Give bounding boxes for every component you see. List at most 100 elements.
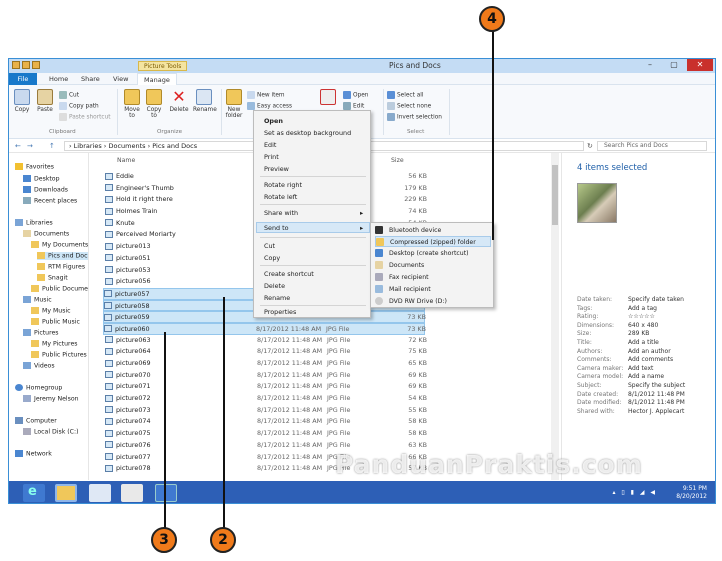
property-value[interactable]: Add an author (628, 348, 671, 355)
nav-downloads[interactable]: Downloads (23, 186, 68, 194)
tab-share[interactable]: Share (75, 73, 106, 85)
nav-my-documents[interactable]: My Documents (31, 241, 88, 249)
property-value[interactable]: Specify the subject (628, 382, 685, 389)
menu-edit[interactable]: Edit (264, 141, 276, 149)
system-tray-icons[interactable]: ▴ ▯ ▮ ◢ ◀ (613, 489, 657, 496)
nav-favorites[interactable]: Favorites (15, 163, 54, 171)
column-size-header[interactable]: Size (391, 157, 404, 164)
rename-button[interactable]: Rename (193, 89, 217, 113)
menu-share-with[interactable]: Share with (264, 209, 298, 217)
nav-local-disk[interactable]: Local Disk (C:) (23, 428, 79, 436)
property-value[interactable]: Hector J. Applecart (628, 408, 684, 415)
properties-button[interactable] (319, 89, 337, 107)
delete-button[interactable]: ✕ Delete (169, 89, 189, 114)
sendto-documents[interactable]: Documents (375, 260, 491, 271)
clock[interactable]: 9:51 PM 8/20/2012 (676, 485, 707, 501)
property-value[interactable]: 289 KB (628, 330, 649, 337)
menu-delete[interactable]: Delete (264, 282, 285, 290)
sendto-desktop[interactable]: Desktop (create shortcut) (375, 248, 491, 259)
select-none-button[interactable]: Select none (387, 102, 431, 110)
file-row[interactable]: picture072 8/17/2012 11:48 AM JPG File 54 K… (105, 393, 545, 405)
file-row[interactable]: picture071 8/17/2012 11:48 AM JPG File 69 K… (105, 381, 545, 393)
nav-recent-places[interactable]: Recent places (23, 197, 77, 205)
nav-music[interactable]: Music (23, 296, 52, 304)
nav-rtm-figures[interactable]: RTM Figures (37, 263, 85, 271)
menu-print[interactable]: Print (264, 153, 279, 161)
scrollbar-thumb[interactable] (552, 165, 558, 225)
maximize-button[interactable]: ▢ (663, 59, 685, 71)
nav-public-music[interactable]: Public Music (31, 318, 80, 326)
minimize-button[interactable]: – (639, 59, 661, 71)
select-all-button[interactable]: Select all (387, 91, 424, 99)
menu-send-to[interactable]: Send to (264, 224, 289, 232)
nav-desktop[interactable]: Desktop (23, 175, 60, 183)
close-button[interactable]: ✕ (687, 59, 713, 71)
nav-my-pictures[interactable]: My Pictures (31, 340, 77, 348)
file-row[interactable]: picture070 8/17/2012 11:48 AM JPG File 69 K… (105, 370, 545, 382)
menu-properties[interactable]: Properties (264, 308, 296, 316)
paste-button[interactable]: Paste (35, 89, 55, 113)
menu-open[interactable]: Open (264, 117, 283, 125)
tab-view[interactable]: View (107, 73, 134, 85)
property-value[interactable]: Add text (628, 365, 653, 372)
menu-create-shortcut[interactable]: Create shortcut (264, 270, 314, 278)
nav-libraries[interactable]: Libraries (15, 219, 53, 227)
property-value[interactable]: Add a tag (628, 305, 657, 312)
property-value[interactable]: Specify date taken (628, 296, 684, 303)
nav-network[interactable]: Network (15, 450, 52, 458)
open-button[interactable]: Open (343, 91, 368, 99)
cut-button[interactable]: Cut (59, 91, 79, 99)
file-row[interactable]: picture074 8/17/2012 11:48 AM JPG File 58 K… (105, 416, 545, 428)
nav-public-documents[interactable]: Public Docume (31, 285, 88, 293)
invert-selection-button[interactable]: Invert selection (387, 113, 442, 121)
new-folder-icon[interactable] (32, 61, 40, 69)
property-value[interactable]: Add a name (628, 373, 664, 380)
sendto-mail[interactable]: Mail recipient (375, 284, 491, 295)
column-name-header[interactable]: Name (117, 157, 135, 164)
nav-pictures[interactable]: Pictures (23, 329, 59, 337)
sendto-fax[interactable]: Fax recipient (375, 272, 491, 283)
file-row[interactable]: picture069 8/17/2012 11:48 AM JPG File 65 K… (105, 358, 545, 370)
nav-jeremy-nelson[interactable]: Jeremy Nelson (23, 395, 79, 403)
property-value[interactable]: 640 x 480 (628, 322, 658, 329)
folder-icon[interactable] (12, 61, 20, 69)
property-value[interactable]: Add a title (628, 339, 659, 346)
file-row[interactable]: picture063 8/17/2012 11:48 AM JPG File 72 K… (105, 335, 545, 347)
copy-button[interactable]: Copy (13, 89, 31, 113)
tab-home[interactable]: Home (43, 73, 74, 85)
property-value[interactable]: 8/1/2012 11:48 PM (628, 399, 685, 406)
property-value[interactable]: ☆☆☆☆☆ (628, 313, 655, 320)
search-input[interactable]: Search Pics and Docs (597, 141, 707, 151)
menu-set-desktop-background[interactable]: Set as desktop background (264, 129, 351, 137)
properties-icon[interactable] (22, 61, 30, 69)
tab-file[interactable]: File (9, 73, 37, 85)
vertical-scrollbar[interactable] (551, 153, 559, 480)
nav-public-pictures[interactable]: Public Pictures (31, 351, 87, 359)
nav-videos[interactable]: Videos (23, 362, 55, 370)
copy-path-button[interactable]: Copy path (59, 102, 99, 110)
nav-snagit[interactable]: Snagit (37, 274, 68, 282)
sendto-dvd[interactable]: DVD RW Drive (D:) (375, 296, 491, 307)
menu-copy[interactable]: Copy (264, 254, 280, 262)
file-explorer-icon[interactable] (55, 484, 77, 502)
nav-documents[interactable]: Documents (23, 230, 69, 238)
app-icon[interactable] (155, 484, 177, 502)
file-row[interactable]: picture075 8/17/2012 11:48 AM JPG File 58 K… (105, 428, 545, 440)
file-row[interactable]: picture064 8/17/2012 11:48 AM JPG File 75 K… (105, 346, 545, 358)
sendto-bluetooth[interactable]: Bluetooth device (375, 225, 491, 236)
ie-browser-icon[interactable]: e (23, 484, 45, 502)
property-value[interactable]: 8/1/2012 11:48 PM (628, 391, 685, 398)
edit-button[interactable]: Edit (343, 102, 364, 110)
forward-arrow-icon[interactable]: → (27, 142, 33, 150)
calculator-icon[interactable] (89, 484, 111, 502)
nav-computer[interactable]: Computer (15, 417, 57, 425)
file-row[interactable]: picture060 8/17/2012 11:48 AM JPG File 73 K… (103, 322, 426, 335)
tab-manage[interactable]: Manage (137, 73, 177, 85)
nav-homegroup[interactable]: Homegroup (15, 384, 62, 392)
copy-to-button[interactable]: Copy to (145, 89, 163, 119)
menu-cut[interactable]: Cut (264, 242, 275, 250)
menu-rotate-right[interactable]: Rotate right (264, 181, 302, 189)
back-arrow-icon[interactable]: ← (15, 142, 21, 150)
file-row[interactable]: picture073 8/17/2012 11:48 AM JPG File 55 K… (105, 405, 545, 417)
sendto-compressed-folder[interactable]: Compressed (zipped) folder (375, 236, 491, 247)
